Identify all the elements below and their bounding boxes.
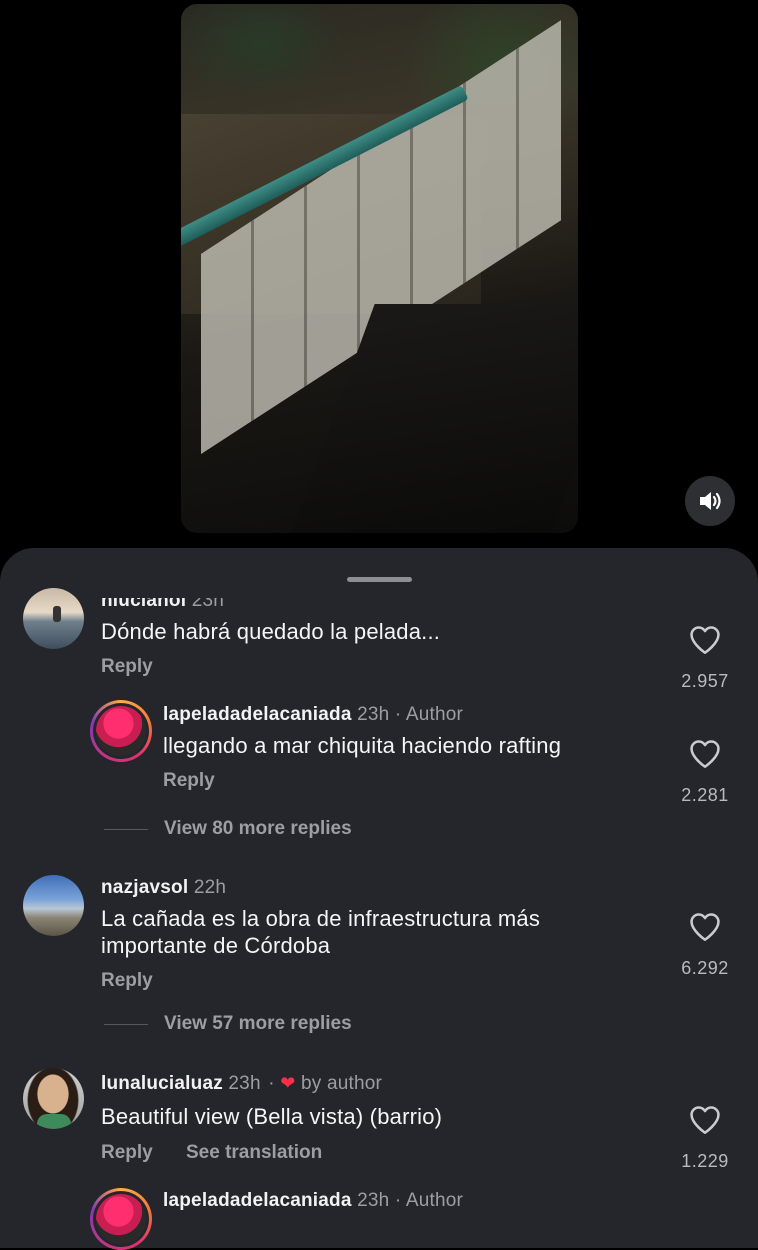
comment-time: 23h — [191, 590, 224, 611]
by-author-label: by author — [301, 1073, 383, 1094]
reply-button[interactable]: Reply — [101, 970, 153, 992]
view-replies-label: View 80 more replies — [164, 818, 352, 839]
comment-time: 23h — [228, 1073, 261, 1094]
comment-text-line-1: La cañada es la obra de infraestructura … — [101, 906, 541, 931]
comment-username[interactable]: niucianol 23h — [101, 590, 224, 612]
heart-icon[interactable] — [688, 1103, 722, 1137]
heart-icon[interactable] — [688, 623, 722, 657]
speaker-icon — [700, 492, 721, 510]
sheet-grabber[interactable] — [347, 577, 412, 582]
avatar — [96, 1194, 146, 1244]
like-count: 2.957 — [681, 671, 729, 691]
replies-divider-line — [104, 1023, 148, 1025]
comment-time: 22h — [193, 877, 227, 898]
video-player[interactable] — [181, 4, 578, 533]
video-area — [0, 0, 758, 560]
sound-toggle-button[interactable] — [685, 476, 735, 526]
comment-username[interactable]: lunalucialuaz 23h · ❤ by author — [101, 1073, 382, 1095]
comments-sheet: niucianol 23h Dónde habrá quedado la pel… — [0, 548, 758, 1250]
story-ring-avatar[interactable] — [90, 1188, 152, 1250]
comment-username[interactable]: nazjavsol 22h — [101, 877, 226, 899]
like-count: 1.229 — [681, 1151, 729, 1171]
see-translation-button[interactable]: See translation — [186, 1142, 322, 1164]
view-more-replies-button[interactable]: View 80 more replies — [104, 818, 352, 840]
reply-button[interactable]: Reply — [101, 656, 153, 678]
reply-time: 23h — [357, 704, 390, 725]
reply-button[interactable]: Reply — [163, 770, 215, 792]
reply-text: llegando a mar chiquita haciendo rafting — [163, 733, 562, 758]
avatar — [96, 706, 146, 756]
view-more-replies-button[interactable]: View 57 more replies — [104, 1013, 352, 1035]
red-heart-icon: ❤ — [280, 1073, 296, 1093]
like-count: 2.281 — [681, 785, 729, 805]
heart-icon[interactable] — [688, 910, 722, 944]
reply-button[interactable]: Reply — [101, 1142, 153, 1164]
comment-text-line-2: importante de Córdoba — [101, 933, 331, 958]
story-ring-avatar[interactable] — [90, 700, 152, 762]
heart-icon[interactable] — [688, 737, 722, 771]
comment-text: Dónde habrá quedado la pelada... — [101, 619, 441, 644]
replies-divider-line — [104, 828, 148, 830]
reply-time: 23h — [357, 1190, 390, 1211]
by-author-tag: · ❤ by author — [268, 1073, 383, 1094]
avatar[interactable] — [23, 1068, 84, 1129]
reply-username[interactable]: lapeladadelacaniada 23h · Author — [163, 1190, 463, 1212]
author-tag: · Author — [394, 704, 464, 725]
comment-text: Beautiful view (Bella vista) (barrio) — [101, 1104, 443, 1129]
avatar[interactable] — [23, 588, 84, 649]
reply-username[interactable]: lapeladadelacaniada 23h · Author — [163, 704, 463, 726]
avatar[interactable] — [23, 875, 84, 936]
author-tag: · Author — [394, 1190, 464, 1211]
like-count: 6.292 — [681, 958, 729, 978]
view-replies-label: View 57 more replies — [164, 1013, 352, 1034]
